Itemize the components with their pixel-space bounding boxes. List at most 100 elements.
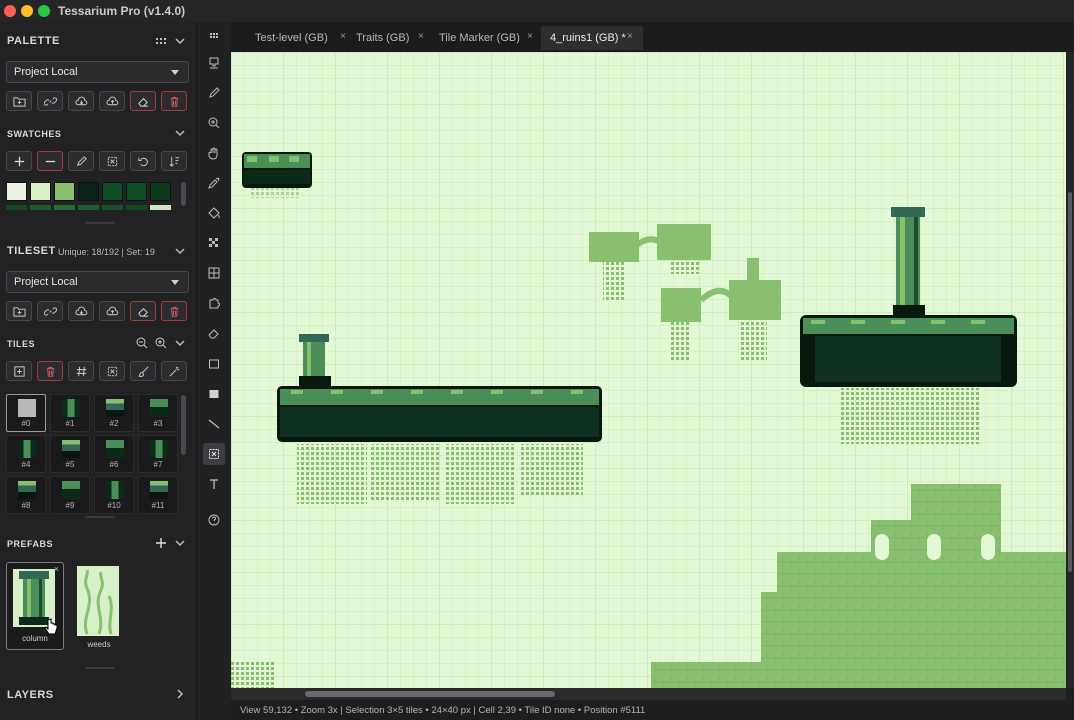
tool-help[interactable]	[203, 509, 225, 531]
tile-item[interactable]: #10	[94, 476, 134, 514]
color-swatch[interactable]	[102, 182, 123, 201]
link-button[interactable]	[37, 91, 63, 111]
tile-item[interactable]: #11	[138, 476, 178, 514]
prefab-column[interactable]: × column	[6, 562, 64, 650]
tool-fill[interactable]	[203, 202, 225, 224]
tool-stamp[interactable]	[203, 52, 225, 74]
color-swatch[interactable]	[30, 205, 51, 210]
swatch-scrollbar[interactable]	[181, 182, 186, 206]
tile-item[interactable]: #5	[50, 435, 90, 473]
tool-pattern[interactable]	[203, 232, 225, 254]
tile-item[interactable]: #7	[138, 435, 178, 473]
delete-tile-button[interactable]	[37, 361, 63, 381]
chevron-down-icon[interactable]	[173, 536, 187, 550]
color-swatch[interactable]	[78, 182, 99, 201]
tool-tile-grid[interactable]	[203, 262, 225, 284]
tool-hand[interactable]	[203, 142, 225, 164]
color-swatch[interactable]	[6, 205, 27, 210]
tool-grid[interactable]	[203, 26, 225, 48]
tab-tile-marker[interactable]: Tile Marker (GB) ×	[427, 26, 537, 50]
prefab-close-icon[interactable]: ×	[54, 564, 59, 574]
chevron-down-icon[interactable]	[173, 34, 187, 48]
chevron-down-icon[interactable]	[173, 126, 187, 140]
tool-puzzle[interactable]	[203, 292, 225, 314]
scroll-thumb[interactable]	[305, 691, 555, 697]
level-canvas[interactable]	[231, 52, 1066, 688]
canvas-horizontal-scrollbar[interactable]	[231, 688, 1066, 700]
chevron-right-icon[interactable]	[173, 687, 187, 701]
color-swatch[interactable]	[102, 205, 123, 210]
remove-swatch-button[interactable]	[37, 151, 63, 171]
chevron-down-icon[interactable]	[173, 244, 187, 258]
prefab-weeds[interactable]: weeds	[70, 562, 128, 650]
cloud-upload-button[interactable]	[99, 91, 125, 111]
resize-handle[interactable]	[85, 516, 115, 518]
tileset-trash-button[interactable]	[161, 301, 187, 321]
tool-filled-rectangle[interactable]	[203, 383, 225, 405]
tiles-scrollbar[interactable]	[181, 395, 186, 455]
sort-swatch-button[interactable]	[161, 151, 187, 171]
cloud-download-button[interactable]	[68, 91, 94, 111]
tab-close-icon[interactable]: ×	[418, 31, 424, 42]
tile-brush-button[interactable]	[130, 361, 156, 381]
color-swatch[interactable]	[126, 205, 147, 210]
chevron-down-icon[interactable]	[173, 336, 187, 350]
trash-button[interactable]	[161, 91, 187, 111]
tileset-folder-plus-button[interactable]	[6, 301, 32, 321]
tile-item[interactable]: #3	[138, 394, 178, 432]
resize-handle[interactable]	[85, 222, 115, 224]
color-swatch[interactable]	[29, 181, 52, 202]
tileset-source-select[interactable]: Project Local	[6, 271, 189, 293]
tab-close-icon[interactable]: ×	[627, 31, 633, 42]
maximize-window-button[interactable]	[38, 5, 50, 17]
tab-traits[interactable]: Traits (GB) ×	[345, 26, 425, 50]
edit-swatch-button[interactable]	[68, 151, 94, 171]
scroll-thumb[interactable]	[1068, 192, 1072, 572]
minimize-window-button[interactable]	[21, 5, 33, 17]
color-swatch[interactable]	[150, 182, 171, 201]
select-swatch-button[interactable]	[99, 151, 125, 171]
undo-swatch-button[interactable]	[130, 151, 156, 171]
tileset-cloud-upload-button[interactable]	[99, 301, 125, 321]
grid-toggle-button[interactable]	[68, 361, 94, 381]
tileset-link-button[interactable]	[37, 301, 63, 321]
tool-pencil[interactable]	[203, 82, 225, 104]
tool-text[interactable]	[203, 473, 225, 495]
tile-item[interactable]: #9	[50, 476, 90, 514]
tileset-cloud-download-button[interactable]	[68, 301, 94, 321]
color-swatch[interactable]	[6, 182, 27, 201]
grid-view-icon[interactable]	[154, 34, 168, 48]
close-window-button[interactable]	[4, 5, 16, 17]
tool-selection[interactable]	[203, 443, 225, 465]
color-swatch[interactable]	[54, 205, 75, 210]
tile-item[interactable]: #0	[6, 394, 46, 432]
tool-eraser[interactable]	[203, 322, 225, 344]
tile-item[interactable]: #2	[94, 394, 134, 432]
add-tile-button[interactable]	[6, 361, 32, 381]
tool-rectangle[interactable]	[203, 353, 225, 375]
color-swatch[interactable]	[78, 205, 99, 210]
tool-line[interactable]	[203, 413, 225, 435]
color-swatch[interactable]	[54, 182, 75, 201]
tool-eyedropper[interactable]	[203, 172, 225, 194]
tileset-eraser-button[interactable]	[130, 301, 156, 321]
tab-close-icon[interactable]: ×	[527, 31, 533, 42]
tool-zoom[interactable]	[203, 112, 225, 134]
palette-source-select[interactable]: Project Local	[6, 61, 189, 83]
tab-4-ruins1[interactable]: 4_ruins1 (GB) * ×	[541, 26, 643, 50]
color-swatch[interactable]	[150, 205, 171, 210]
zoom-out-icon[interactable]	[135, 336, 149, 350]
folder-plus-button[interactable]	[6, 91, 32, 111]
tile-magic-button[interactable]	[161, 361, 187, 381]
canvas-vertical-scrollbar[interactable]	[1066, 52, 1074, 688]
add-swatch-button[interactable]	[6, 151, 32, 171]
tile-item[interactable]: #6	[94, 435, 134, 473]
eraser-button[interactable]	[130, 91, 156, 111]
tile-item[interactable]: #1	[50, 394, 90, 432]
tile-select-button[interactable]	[99, 361, 125, 381]
zoom-in-icon[interactable]	[154, 336, 168, 350]
level-map[interactable]	[231, 52, 1066, 688]
tile-item[interactable]: #4	[6, 435, 46, 473]
resize-handle[interactable]	[85, 667, 115, 669]
add-prefab-icon[interactable]	[154, 536, 168, 550]
